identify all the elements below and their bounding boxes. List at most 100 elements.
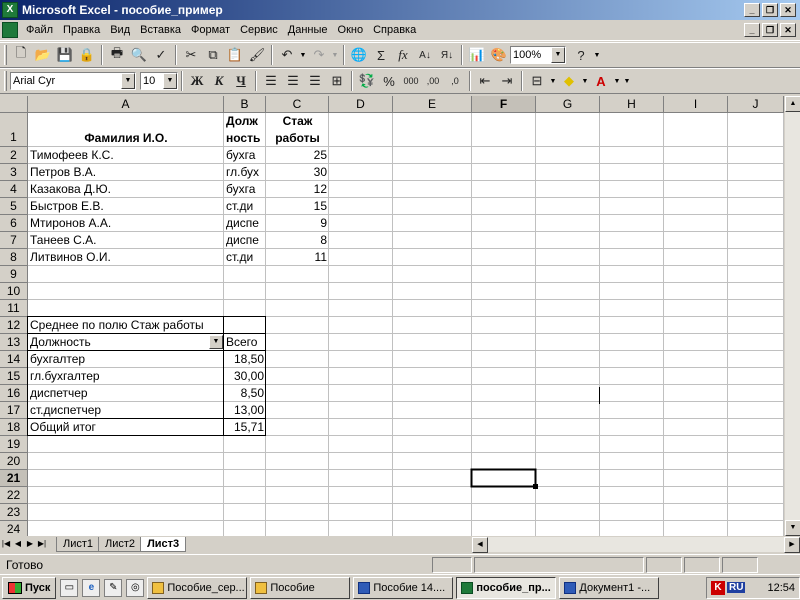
row-header-14[interactable]: 14 <box>0 351 28 368</box>
employee-name-cell[interactable]: Мтиронов А.А. <box>28 215 224 232</box>
employee-experience-cell[interactable]: 25 <box>266 147 329 164</box>
row-header-24[interactable]: 24 <box>0 521 28 536</box>
employee-experience-cell[interactable]: 11 <box>266 249 329 266</box>
browser-icon[interactable]: e <box>82 578 101 597</box>
sort-ascending-icon[interactable]: А↓ <box>414 44 436 66</box>
pivot-row-label[interactable]: диспетчер <box>28 385 224 402</box>
task-button-4[interactable]: пособие_пр... <box>456 576 557 599</box>
column-header-h[interactable]: H <box>600 96 664 113</box>
column-header-d[interactable]: D <box>329 96 393 113</box>
header-position-cell-line1[interactable]: Долж <box>224 113 266 130</box>
function-icon[interactable]: fx <box>392 44 414 66</box>
toolbar-options-icon[interactable]: ▼ <box>592 52 602 59</box>
bold-icon[interactable]: Ж <box>186 70 208 92</box>
column-header-g[interactable]: G <box>536 96 600 113</box>
sheet-tab-1[interactable]: Лист1 <box>56 536 101 552</box>
scroll-left-icon[interactable]: ◀ <box>472 537 488 553</box>
align-left-icon[interactable]: ☰ <box>260 70 282 92</box>
column-header-j[interactable]: J <box>728 96 784 113</box>
zoom-select[interactable]: 100% ▼ <box>510 46 566 64</box>
new-icon[interactable]: 🗋 <box>10 44 32 66</box>
column-header-e[interactable]: E <box>393 96 472 113</box>
doc-restore-button[interactable]: ❐ <box>762 23 778 37</box>
row-header-10[interactable]: 10 <box>0 283 28 300</box>
employee-position-cell[interactable]: бухга <box>224 147 266 164</box>
menu-window[interactable]: Окно <box>333 22 369 38</box>
row-header-9[interactable]: 9 <box>0 266 28 283</box>
row-header-18[interactable]: 18 <box>0 419 28 436</box>
thousands-icon[interactable]: 000 <box>400 70 422 92</box>
fill-color-icon[interactable]: ◆ <box>558 70 580 92</box>
increase-decimal-icon[interactable]: ,00 <box>422 70 444 92</box>
sheet-tab-3[interactable]: Лист3 <box>140 536 187 552</box>
chart-wizard-icon[interactable]: 📊 <box>466 44 488 66</box>
antivirus-icon[interactable]: K <box>711 580 725 595</box>
notes-icon[interactable]: ✎ <box>104 578 123 597</box>
pivot-title-cell[interactable]: Среднее по полю Стаж работы <box>28 317 224 334</box>
open-icon[interactable]: 📂 <box>32 44 54 66</box>
row-header-3[interactable]: 3 <box>0 164 28 181</box>
employee-experience-cell[interactable]: 12 <box>266 181 329 198</box>
row-header-21[interactable]: 21 <box>0 470 28 487</box>
start-button[interactable]: Пуск <box>2 576 57 599</box>
menu-view[interactable]: Вид <box>105 22 135 38</box>
pivot-field-dropdown-icon[interactable]: ▼ <box>209 335 223 349</box>
align-center-icon[interactable]: ☰ <box>282 70 304 92</box>
task-button-2[interactable]: Пособие <box>250 576 351 599</box>
undo-dropdown-icon[interactable]: ▼ <box>298 52 308 59</box>
scroll-down-icon[interactable]: ▼ <box>785 520 800 536</box>
underline-icon[interactable]: Ч <box>230 70 252 92</box>
first-sheet-icon[interactable]: |◀ <box>0 537 12 551</box>
doc-close-button[interactable]: ✕ <box>780 23 796 37</box>
row-header-4[interactable]: 4 <box>0 181 28 198</box>
employee-position-cell[interactable]: ст.ди <box>224 249 266 266</box>
column-header-f[interactable]: F <box>472 96 536 113</box>
chevron-down-icon[interactable]: ▼ <box>551 47 565 63</box>
font-color-icon[interactable]: A <box>590 70 612 92</box>
save-icon[interactable]: 💾 <box>54 44 76 66</box>
align-right-icon[interactable]: ☰ <box>304 70 326 92</box>
pivot-row-label[interactable]: гл.бухгалтер <box>28 368 224 385</box>
header-experience-cell-line2[interactable]: работы <box>266 130 329 147</box>
employee-experience-cell[interactable]: 9 <box>266 215 329 232</box>
employee-name-cell[interactable]: Танеев С.А. <box>28 232 224 249</box>
sort-descending-icon[interactable]: Я↓ <box>436 44 458 66</box>
row-header-19[interactable]: 19 <box>0 436 28 453</box>
scroll-up-icon[interactable]: ▲ <box>785 96 800 112</box>
header-name-cell[interactable]: Фамилия И.О. <box>28 130 224 147</box>
employee-position-cell[interactable]: бухга <box>224 181 266 198</box>
menu-edit[interactable]: Правка <box>58 22 105 38</box>
desktop-icon[interactable]: ▭ <box>60 578 79 597</box>
italic-icon[interactable]: К <box>208 70 230 92</box>
increase-indent-icon[interactable]: ⇥ <box>496 70 518 92</box>
pivot-total-header-cell[interactable]: Всего <box>224 334 266 351</box>
merge-center-icon[interactable]: ⊞ <box>326 70 348 92</box>
spelling-icon[interactable]: ✓ <box>150 44 172 66</box>
maximize-button[interactable]: ❐ <box>762 3 778 17</box>
row-header-22[interactable]: 22 <box>0 487 28 504</box>
sheet-tab-2[interactable]: Лист2 <box>98 536 143 552</box>
scroll-right-icon[interactable]: ▶ <box>784 537 800 553</box>
pivot-row-field-cell[interactable]: Должность <box>28 334 224 351</box>
next-sheet-icon[interactable]: ▶ <box>24 537 36 551</box>
font-name-select[interactable]: Arial Cyr ▼ <box>10 72 136 90</box>
employee-position-cell[interactable]: диспе <box>224 232 266 249</box>
column-header-a[interactable]: A <box>28 96 224 113</box>
column-header-i[interactable]: I <box>664 96 728 113</box>
close-button[interactable]: ✕ <box>780 3 796 17</box>
pivot-row-value[interactable]: 18,50 <box>224 351 266 368</box>
row-header-7[interactable]: 7 <box>0 232 28 249</box>
menu-file[interactable]: Файл <box>21 22 58 38</box>
header-position-cell-line2[interactable]: ность <box>224 130 266 147</box>
row-header-20[interactable]: 20 <box>0 453 28 470</box>
doc-minimize-button[interactable]: _ <box>744 23 760 37</box>
excel-app-icon[interactable]: X <box>2 2 18 18</box>
percent-icon[interactable]: % <box>378 70 400 92</box>
row-header-2[interactable]: 2 <box>0 147 28 164</box>
fill-color-dropdown-icon[interactable]: ▼ <box>580 78 590 85</box>
employee-name-cell[interactable]: Петров В.А. <box>28 164 224 181</box>
task-button-5[interactable]: Документ1 -... <box>559 576 660 599</box>
menu-insert[interactable]: Вставка <box>135 22 186 38</box>
select-all-corner[interactable] <box>0 96 28 113</box>
pivot-row-label[interactable]: ст.диспетчер <box>28 402 224 419</box>
